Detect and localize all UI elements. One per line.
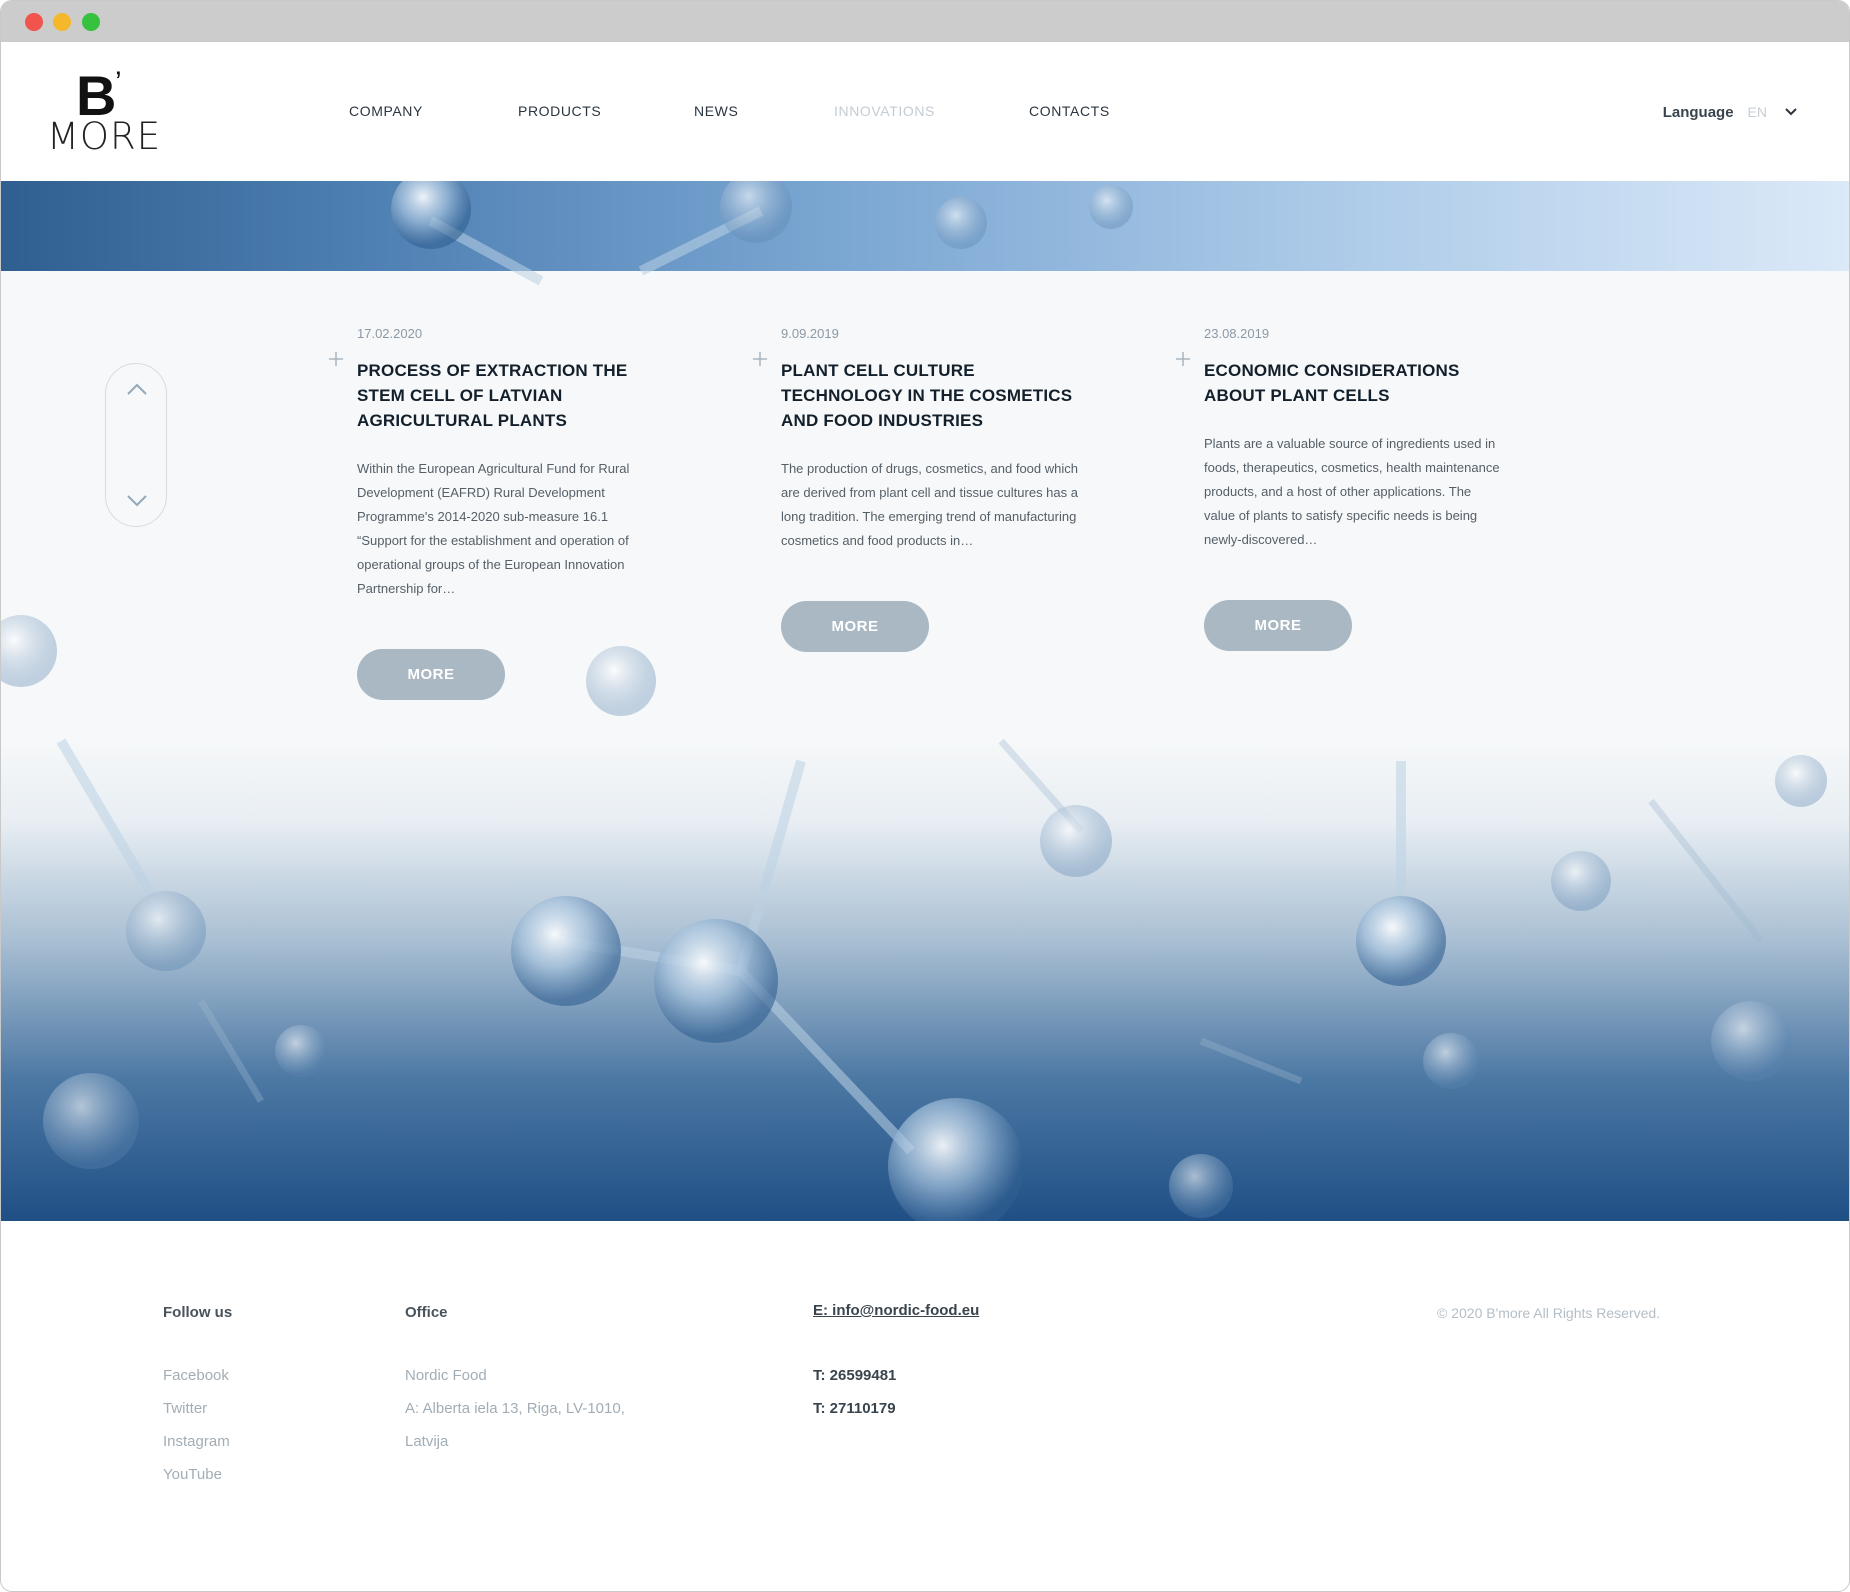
- hero-section: 17.02.2020 PROCESS OF EXTRACTION THE STE…: [1, 181, 1849, 1221]
- news-title[interactable]: PROCESS OF EXTRACTION THE STEM CELL OF L…: [357, 358, 657, 433]
- close-window-button[interactable]: [25, 13, 43, 31]
- language-label: Language: [1662, 103, 1734, 121]
- news-date: 9.09.2019: [781, 326, 839, 341]
- office-country: Latvija: [405, 1433, 449, 1450]
- news-scroller: [105, 363, 167, 527]
- news-card: 9.09.2019 PLANT CELL CULTURE TECHNOLOGY …: [753, 326, 1081, 652]
- chevron-up-icon[interactable]: [126, 382, 148, 396]
- footer-contact-column: E: info@nordic-food.eu T: 26599481 T: 27…: [813, 1301, 979, 1425]
- plus-icon[interactable]: [1176, 352, 1190, 366]
- more-button[interactable]: MORE: [781, 601, 929, 652]
- window-titlebar: [1, 1, 1849, 42]
- chevron-down-icon[interactable]: [1783, 104, 1799, 120]
- news-excerpt: The production of drugs, cosmetics, and …: [781, 461, 1078, 548]
- news-date: 17.02.2020: [357, 326, 423, 341]
- news-card: 23.08.2019 ECONOMIC CONSIDERATIONS ABOUT…: [1176, 326, 1504, 651]
- news-title[interactable]: PLANT CELL CULTURE TECHNOLOGY IN THE COS…: [781, 358, 1081, 433]
- news-excerpt: Plants are a valuable source of ingredie…: [1204, 436, 1500, 547]
- facebook-link[interactable]: Facebook: [163, 1359, 232, 1392]
- news-title[interactable]: ECONOMIC CONSIDERATIONS ABOUT PLANT CELL…: [1204, 358, 1504, 408]
- logo-word: MORE: [47, 115, 162, 158]
- footer-follow-column: Follow us Facebook Twitter Instagram You…: [163, 1303, 232, 1491]
- news-date: 23.08.2019: [1204, 326, 1270, 341]
- maximize-window-button[interactable]: [82, 13, 100, 31]
- office-name: Nordic Food: [405, 1367, 487, 1384]
- phone-number[interactable]: T: 27110179: [813, 1392, 979, 1425]
- logo-mark: ’: [115, 66, 122, 99]
- twitter-link[interactable]: Twitter: [163, 1392, 232, 1425]
- news-excerpt: Within the European Agricultural Fund fo…: [357, 461, 630, 596]
- language-code[interactable]: EN: [1748, 104, 1767, 120]
- browser-window: B ’ MORE COMPANY PRODUCTS NEWS INNOVATIO…: [0, 0, 1850, 1592]
- more-button[interactable]: MORE: [357, 649, 505, 700]
- footer-office-heading: Office: [405, 1304, 448, 1321]
- site-footer: Follow us Facebook Twitter Instagram You…: [1, 1221, 1849, 1591]
- office-address: A: Alberta iela 13, Riga, LV-1010,: [405, 1400, 625, 1417]
- more-button[interactable]: MORE: [1204, 600, 1352, 651]
- nav-item-innovations[interactable]: INNOVATIONS: [834, 103, 935, 119]
- nav-item-company[interactable]: COMPANY: [349, 103, 423, 119]
- nav-item-contacts[interactable]: CONTACTS: [1029, 103, 1110, 119]
- chevron-down-icon[interactable]: [126, 494, 148, 508]
- phone-number[interactable]: T: 26599481: [813, 1359, 979, 1392]
- plus-icon[interactable]: [753, 352, 767, 366]
- footer-office-column: Office Nordic Food A: Alberta iela 13, R…: [405, 1303, 625, 1458]
- email-link[interactable]: E: info@nordic-food.eu: [813, 1302, 979, 1319]
- footer-follow-heading: Follow us: [163, 1304, 233, 1321]
- copyright-text: © 2020 B'more All Rights Reserved.: [1437, 1305, 1661, 1321]
- language-selector[interactable]: Language EN: [1663, 101, 1799, 123]
- nav-item-news[interactable]: NEWS: [694, 103, 738, 119]
- youtube-link[interactable]: YouTube: [163, 1458, 232, 1491]
- bmore-logo[interactable]: B ’ MORE: [47, 66, 162, 160]
- news-card: 17.02.2020 PROCESS OF EXTRACTION THE STE…: [329, 326, 657, 700]
- plus-icon[interactable]: [329, 352, 343, 366]
- instagram-link[interactable]: Instagram: [163, 1425, 232, 1458]
- site-header: B ’ MORE COMPANY PRODUCTS NEWS INNOVATIO…: [1, 42, 1849, 181]
- minimize-window-button[interactable]: [53, 13, 71, 31]
- nav-item-products[interactable]: PRODUCTS: [518, 103, 601, 119]
